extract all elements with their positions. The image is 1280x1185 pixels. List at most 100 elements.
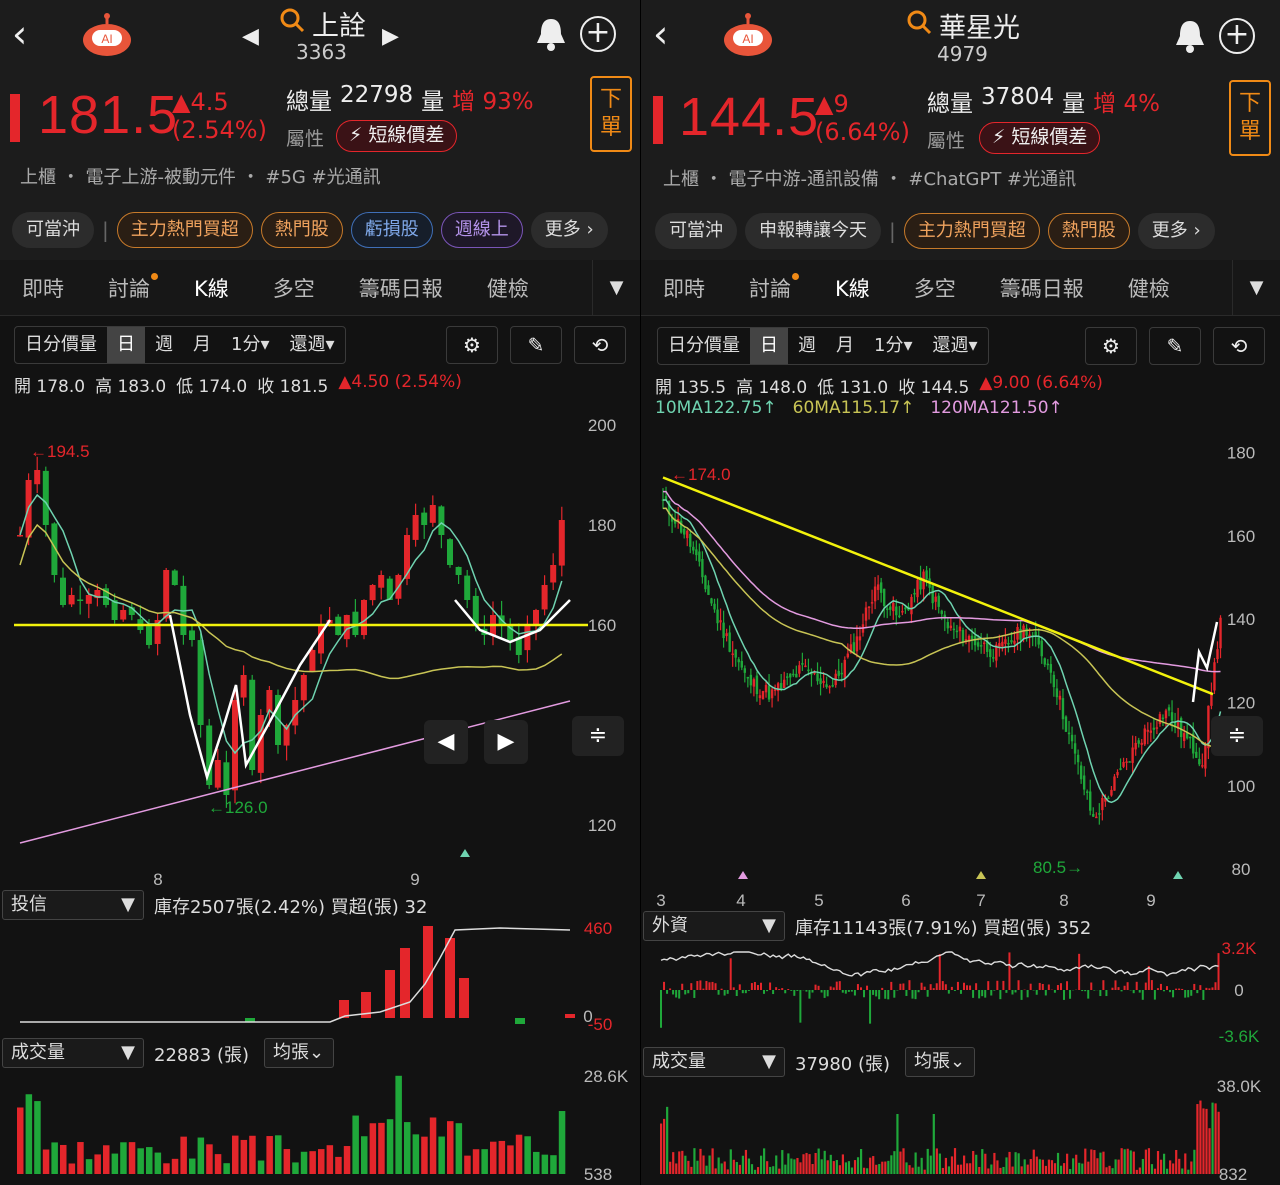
period-1min[interactable]: 1分▾	[221, 327, 280, 363]
chip-daytrade[interactable]: 可當沖	[12, 212, 94, 248]
settings-icon[interactable]: ⚙	[1085, 327, 1137, 365]
inst-bar	[1187, 990, 1190, 998]
tab-discuss[interactable]: 討論	[108, 272, 158, 303]
volume-select[interactable]: 成交量 ▼	[643, 1047, 785, 1077]
volume-bar	[832, 1161, 835, 1174]
candle-body	[819, 678, 822, 685]
period-month[interactable]: 月	[826, 328, 864, 364]
chip-transfer-today[interactable]: 申報轉讓今天	[745, 213, 881, 249]
volume-bar	[206, 1144, 213, 1174]
tab-discuss[interactable]: 討論	[749, 272, 799, 303]
inst-bar	[796, 990, 799, 991]
volume-chart[interactable]: 38.0K 832	[641, 1076, 1280, 1185]
ai-robot-icon[interactable]: AI	[80, 12, 134, 58]
bell-icon[interactable]	[534, 16, 568, 52]
volume-bar	[1172, 1163, 1175, 1174]
industry-tags[interactable]: 上櫃 ・ 電子中游-通訊設備 ・ #ChatGPT #光通訊	[663, 165, 1076, 191]
order-button[interactable]: 下 單	[1229, 80, 1271, 156]
tab-longshort[interactable]: 多空	[914, 273, 956, 303]
tab-chips-daily[interactable]: 籌碼日報	[359, 273, 443, 303]
inst-bar	[981, 990, 984, 997]
stock-title[interactable]: 華星光	[939, 6, 1020, 45]
ai-robot-icon[interactable]: AI	[721, 12, 775, 58]
bell-icon[interactable]	[1173, 18, 1207, 54]
chip-main-buy[interactable]: 主力熱門買超	[116, 212, 253, 248]
candle-body	[931, 585, 934, 604]
search-icon[interactable]	[905, 8, 933, 36]
tab-realtime[interactable]: 即時	[22, 273, 64, 303]
period-day[interactable]: 日	[107, 327, 145, 363]
chart-resize-icon[interactable]: ≑	[572, 716, 624, 756]
short-term-badge[interactable]: ⚡ 短線價差	[979, 122, 1101, 154]
chip-hot[interactable]: 熱門股	[1047, 213, 1130, 249]
tab-realtime[interactable]: 即時	[663, 273, 705, 303]
search-icon[interactable]	[278, 6, 306, 34]
settings-icon[interactable]: ⚙	[446, 326, 498, 364]
rotate-icon[interactable]: ⟲	[1213, 327, 1265, 365]
candle-body	[1128, 761, 1131, 763]
draw-pen-icon[interactable]: ✎	[1149, 327, 1201, 365]
chip-weekly-up[interactable]: 週線上	[440, 212, 523, 248]
chip-more[interactable]: 更多 ›	[530, 212, 608, 248]
industry-tags[interactable]: 上櫃 ・ 電子上游-被動元件 ・ #5G #光通訊	[20, 163, 381, 189]
candlestick-chart[interactable]: 180 160 140 120 100 80 ←174.0 80.5→ 3 4 5 6 7 8 9	[641, 420, 1280, 911]
institution-select[interactable]: 外資 ▼	[643, 911, 785, 941]
volume-bar	[421, 1136, 428, 1174]
tab-checkup[interactable]: 健檢	[1128, 273, 1170, 303]
chip-main-buy[interactable]: 主力熱門買超	[903, 213, 1040, 249]
institution-chart[interactable]: 4600-50	[0, 922, 640, 1040]
period-restore[interactable]: 還週▾	[280, 327, 345, 363]
tab-longshort[interactable]: 多空	[273, 273, 315, 303]
dropdown-arrow-icon: ▼	[121, 1042, 135, 1063]
back-icon[interactable]: ‹	[12, 14, 42, 54]
prev-stock-icon[interactable]: ◀	[242, 24, 259, 49]
chip-hot[interactable]: 熱門股	[260, 212, 343, 248]
add-icon[interactable]: +	[1219, 18, 1255, 54]
next-stock-icon[interactable]: ▶	[382, 24, 399, 49]
institution-chart[interactable]: 3.2K 0 -3.6K	[641, 940, 1280, 1045]
volume-select[interactable]: 成交量 ▼	[2, 1038, 144, 1068]
chip-daytrade[interactable]: 可當沖	[655, 213, 737, 249]
add-icon[interactable]: +	[580, 16, 616, 52]
period-week[interactable]: 週	[788, 328, 826, 364]
avg-lot-select[interactable]: 均張⌄	[905, 1047, 975, 1077]
candlestick-chart[interactable]: 200 180 160 120 ←194.5 ←126.0 8 9	[0, 395, 640, 895]
rotate-icon[interactable]: ⟲	[574, 326, 626, 364]
volume-bar	[735, 1162, 738, 1174]
tab-kline[interactable]: K線	[835, 273, 870, 303]
stock-title[interactable]: 上詮	[312, 4, 366, 43]
order-button[interactable]: 下 單	[590, 76, 632, 152]
chip-more[interactable]: 更多 ›	[1137, 213, 1215, 249]
volume-bar	[1038, 1159, 1041, 1174]
tab-dropdown-icon[interactable]: ▼	[1232, 260, 1280, 316]
candle-body	[1101, 797, 1104, 811]
period-daily-volume[interactable]: 日分價量	[15, 327, 107, 363]
institution-select[interactable]: 投信 ▼	[2, 890, 144, 920]
period-week[interactable]: 週	[145, 327, 183, 363]
inst-bar	[778, 989, 781, 990]
chart-prev-icon[interactable]: ◀	[424, 720, 468, 764]
candle-body	[804, 665, 807, 668]
volume-bar	[249, 1135, 256, 1174]
tab-kline[interactable]: K線	[194, 273, 229, 303]
period-restore[interactable]: 還週▾	[923, 328, 988, 364]
period-month[interactable]: 月	[183, 327, 221, 363]
chip-loss[interactable]: 虧損股	[350, 212, 433, 248]
chart-resize-icon[interactable]: ≑	[1211, 716, 1263, 756]
y-tick-label: 140	[1227, 610, 1255, 629]
volume-bar	[890, 1155, 893, 1174]
period-day[interactable]: 日	[750, 328, 788, 364]
period-daily-volume[interactable]: 日分價量	[658, 328, 750, 364]
candle-body	[42, 470, 49, 525]
tab-checkup[interactable]: 健檢	[487, 273, 529, 303]
period-1min[interactable]: 1分▾	[864, 328, 923, 364]
short-term-badge[interactable]: ⚡ 短線價差	[336, 120, 458, 152]
draw-pen-icon[interactable]: ✎	[510, 326, 562, 364]
tab-chips-daily[interactable]: 籌碼日報	[1000, 273, 1084, 303]
back-icon[interactable]: ‹	[653, 14, 683, 54]
volume-bar	[726, 1169, 729, 1174]
volume-chart[interactable]: 28.6K 538	[0, 1068, 640, 1185]
tab-dropdown-icon[interactable]: ▼	[592, 260, 640, 316]
chart-next-icon[interactable]: ▶	[484, 720, 528, 764]
avg-lot-select[interactable]: 均張⌄	[264, 1038, 334, 1068]
